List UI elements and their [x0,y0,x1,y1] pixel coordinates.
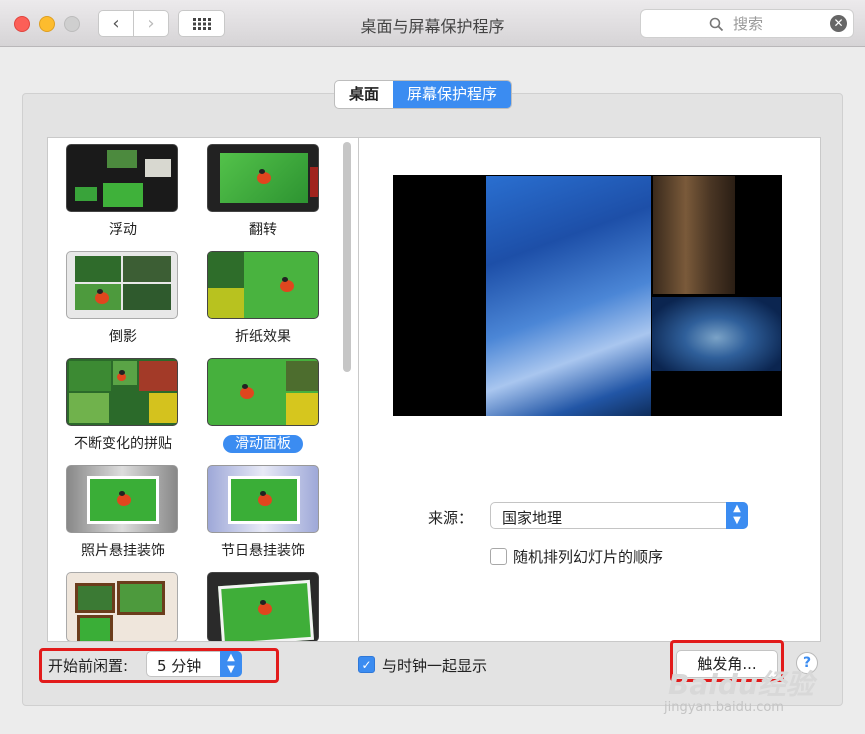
source-label: 来源： [428,509,474,527]
clock-label[interactable]: 与时钟一起显示 [382,655,487,676]
watermark-url: jingyan.baidu.com [664,700,784,715]
tab-control: 桌面 屏幕保护程序 [334,80,513,109]
tab-screensaver[interactable]: 屏幕保护程序 [393,81,512,108]
screensaver-thumb-photo-wall[interactable] [66,572,178,641]
screensaver-preview [393,175,782,416]
whale-shark-photo [652,297,781,371]
list-scrollbar[interactable] [343,142,351,372]
screensaver-label[interactable]: 折纸效果 [188,326,338,346]
screensaver-label[interactable]: 节日悬挂装饰 [188,540,338,560]
chevron-left-icon: ‹ [112,13,120,34]
screensaver-label-selected[interactable]: 滑动面板 [188,433,338,453]
screensaver-list: 浮动 翻转 倒影 折纸效果 不断变化的拼贴 滑动面板 照片悬挂装饰 节日悬挂装饰 [47,137,360,642]
search-icon [709,17,724,32]
search-field[interactable]: ✕ [640,9,854,38]
source-select[interactable]: 国家地理 ▲ ▼ [490,502,748,529]
screensaver-thumb-photo-mobile[interactable] [66,465,178,533]
close-window-button[interactable] [14,16,30,32]
screensaver-label[interactable]: 不断变化的拼贴 [48,433,198,453]
screensaver-thumb-reflection[interactable] [66,251,178,319]
screensaver-thumb-flip[interactable] [207,144,319,212]
baidu-watermark: Baidu经验 [668,668,814,701]
back-button[interactable]: ‹ [98,10,134,37]
screensaver-thumb-sliding-panels[interactable] [207,358,319,426]
clock-checkbox[interactable]: ✓ [358,656,375,673]
tree-bark-photo [653,176,735,294]
glacier-photo [486,176,651,416]
shuffle-label[interactable]: 随机排列幻灯片的顺序 [513,546,663,567]
grid-icon [192,17,211,30]
shuffle-checkbox[interactable] [490,548,507,565]
minimize-window-button[interactable] [39,16,55,32]
screensaver-thumb-floating[interactable] [66,144,178,212]
source-value: 国家地理 [502,509,563,527]
screensaver-label[interactable]: 倒影 [48,326,198,346]
screensaver-label[interactable]: 翻转 [188,219,338,239]
idle-highlight-box [39,648,279,683]
zoom-window-button[interactable] [64,16,80,32]
show-all-button[interactable] [178,10,225,37]
clear-search-icon[interactable]: ✕ [830,15,847,32]
search-input[interactable] [731,14,825,34]
screensaver-thumb-shifting-tiles[interactable] [66,358,178,426]
screensaver-thumb-vintage-prints[interactable] [207,572,319,641]
tab-desktop[interactable]: 桌面 [335,81,393,108]
screensaver-label[interactable]: 浮动 [48,219,198,239]
chevron-right-icon: › [147,13,155,34]
screensaver-label[interactable]: 照片悬挂装饰 [48,540,198,560]
forward-button[interactable]: › [133,10,169,37]
screensaver-thumb-origami[interactable] [207,251,319,319]
up-down-arrows-icon: ▲ ▼ [726,502,748,529]
screensaver-thumb-holiday-mobile[interactable] [207,465,319,533]
window-title: 桌面与屏幕保护程序 [360,17,505,36]
